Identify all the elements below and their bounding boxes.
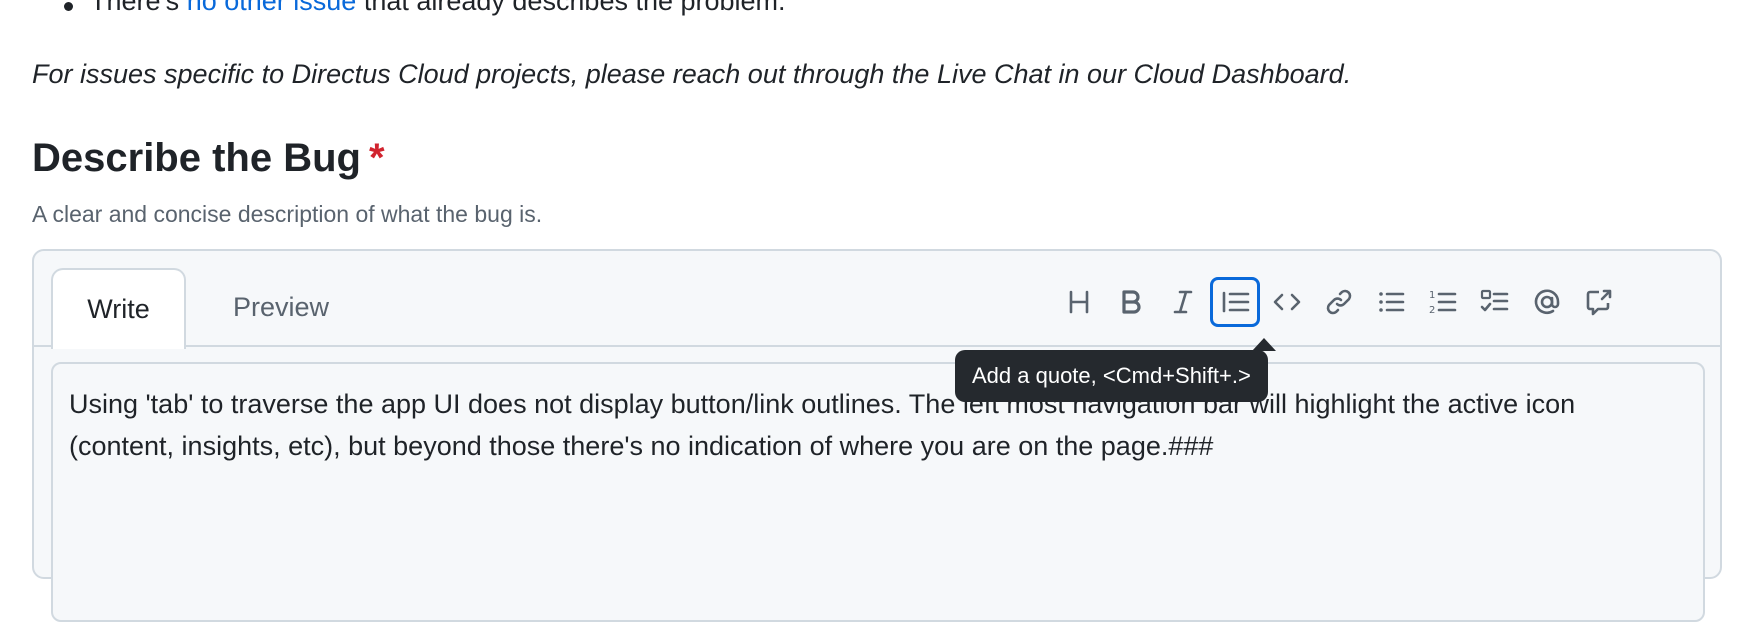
markdown-editor: Write Preview 12 Using 'tab' to traverse…	[32, 249, 1722, 622]
checklist-suffix: that already describes the problem.	[356, 0, 786, 16]
unordered-list-icon	[1379, 292, 1405, 312]
mention-button[interactable]	[1522, 277, 1572, 327]
link-button[interactable]	[1314, 277, 1364, 327]
description-textarea[interactable]: Using 'tab' to traverse the app UI does …	[51, 362, 1705, 622]
link-icon	[1326, 289, 1352, 315]
code-button[interactable]	[1262, 277, 1312, 327]
quote-tooltip: Add a quote, <Cmd+Shift+.>	[955, 350, 1268, 402]
unordered-list-button[interactable]	[1366, 277, 1416, 327]
field-description: A clear and concise description of what …	[32, 201, 543, 227]
field-title: Describe the Bug *	[32, 132, 385, 184]
no-other-issue-link[interactable]: no other issue	[187, 0, 357, 16]
checklist-text: There's no other issue that already desc…	[90, 0, 786, 18]
task-list-icon	[1480, 289, 1509, 312]
cloud-note: For issues specific to Directus Cloud pr…	[32, 59, 1352, 89]
task-list-button[interactable]	[1470, 277, 1520, 327]
reference-icon	[1586, 289, 1612, 316]
heading-button[interactable]	[1054, 277, 1104, 327]
tab-preview[interactable]: Preview	[206, 268, 356, 347]
heading-icon	[1069, 290, 1089, 314]
bullet	[64, 2, 73, 11]
bold-button[interactable]	[1106, 277, 1156, 327]
italic-icon	[1173, 290, 1193, 314]
checklist-prefix: There's	[90, 0, 187, 16]
cross-reference-button[interactable]	[1574, 277, 1624, 327]
bold-icon	[1122, 290, 1141, 314]
quote-button[interactable]	[1210, 277, 1260, 327]
code-icon	[1273, 293, 1301, 311]
ordered-list-button[interactable]: 12	[1418, 277, 1468, 327]
svg-text:2: 2	[1429, 305, 1435, 316]
italic-button[interactable]	[1158, 277, 1208, 327]
required-marker: *	[368, 136, 385, 180]
field-title-text: Describe the Bug	[32, 136, 361, 180]
quote-icon	[1222, 291, 1250, 313]
mention-icon	[1534, 289, 1560, 315]
svg-text:1: 1	[1429, 290, 1435, 301]
tab-write[interactable]: Write	[51, 268, 186, 349]
ordered-list-icon: 12	[1429, 290, 1457, 316]
